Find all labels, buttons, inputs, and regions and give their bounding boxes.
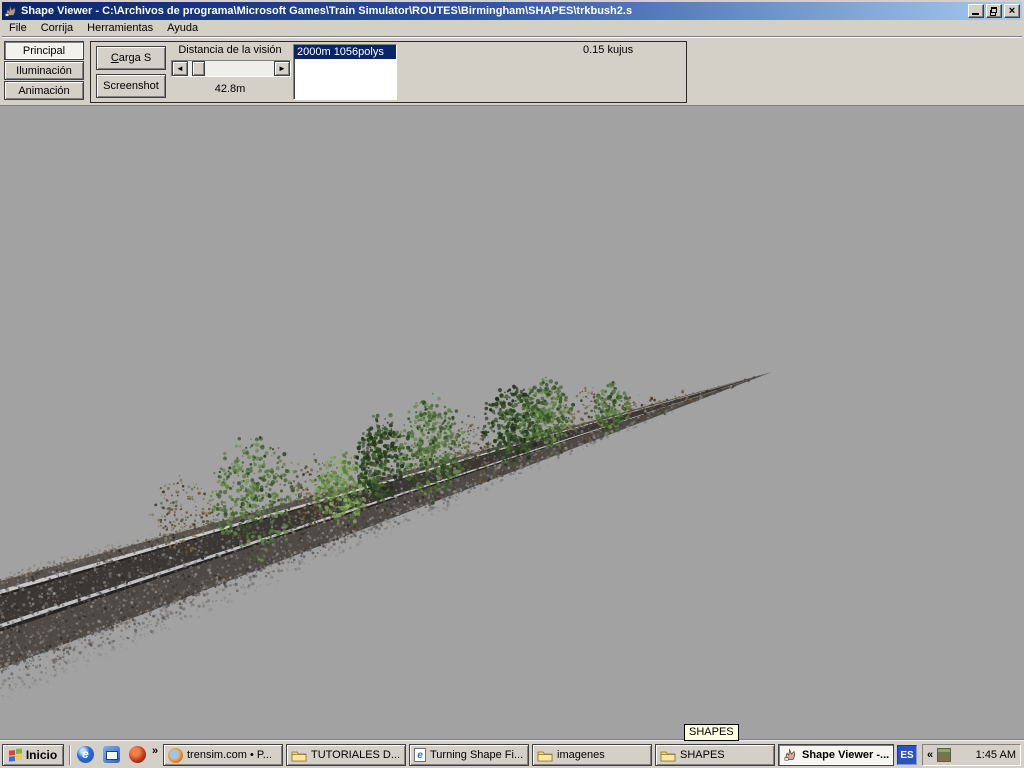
tab-animacion[interactable]: Animación <box>4 81 84 100</box>
quick-launch-chevron-icon[interactable]: » <box>152 745 158 757</box>
tray-chevron-icon[interactable]: « <box>927 749 933 761</box>
start-button[interactable]: Inicio <box>2 744 64 766</box>
restore-button[interactable] <box>986 4 1002 18</box>
folder-icon <box>291 749 307 762</box>
lod-item-selected[interactable]: 2000m 1056polys <box>294 45 396 59</box>
minimize-button[interactable] <box>968 4 984 18</box>
menu-ayuda[interactable]: Ayuda <box>160 20 205 36</box>
minimize-icon <box>972 13 979 15</box>
task-trensim[interactable]: trensim.com • P... <box>163 744 283 766</box>
titlebar[interactable]: Shape Viewer - C:\Archivos de programa\M… <box>2 2 1022 20</box>
taskbar-divider <box>69 745 71 765</box>
tab-iluminacion[interactable]: Iluminación <box>4 61 84 80</box>
menu-file[interactable]: File <box>2 20 34 36</box>
mail-icon[interactable] <box>103 746 120 763</box>
language-indicator[interactable]: ES <box>897 745 917 765</box>
task-imagenes[interactable]: imagenes <box>532 744 652 766</box>
tab-principal[interactable]: Principal <box>4 41 84 60</box>
internet-explorer-icon[interactable]: e <box>77 746 94 763</box>
task-shape-viewer-active[interactable]: Shape Viewer -... <box>778 744 894 766</box>
scroll-thumb[interactable] <box>192 61 205 76</box>
folder-icon <box>537 749 553 762</box>
task-tutoriales[interactable]: TUTORIALES D... <box>286 744 406 766</box>
render-viewport[interactable] <box>0 105 1024 740</box>
close-button[interactable]: × <box>1004 4 1020 18</box>
red-app-icon[interactable] <box>129 746 146 763</box>
menu-herramientas[interactable]: Herramientas <box>80 20 160 36</box>
ie-document-icon: e <box>414 748 426 762</box>
toolbar-panel: Principal Iluminación Animación Carga S … <box>2 37 1022 105</box>
view-distance-label: Distancia de la visión <box>167 44 293 56</box>
view-distance-value: 42.8m <box>167 83 293 95</box>
task-turning-shape[interactable]: e Turning Shape Fi... <box>409 744 529 766</box>
window-title: Shape Viewer - C:\Archivos de programa\M… <box>21 5 966 17</box>
screenshot-button[interactable]: Screenshot <box>96 74 166 98</box>
lod-listbox[interactable]: 2000m 1056polys <box>293 44 397 100</box>
credit-text: 0.15 kujus <box>583 44 633 56</box>
shape-viewer-icon <box>4 4 18 18</box>
menu-corrija[interactable]: Corrija <box>34 20 80 36</box>
scroll-left-button[interactable]: ◄ <box>172 61 188 76</box>
task-shapes[interactable]: SHAPES <box>655 744 775 766</box>
taskbar-clock: 1:45 AM <box>976 749 1016 761</box>
scroll-right-button[interactable]: ► <box>274 61 290 76</box>
load-shape-button[interactable]: Carga S <box>96 46 166 70</box>
shape-viewer-window: Shape Viewer - C:\Archivos de programa\M… <box>0 0 1024 105</box>
controls-groupbox: Carga S Screenshot Distancia de la visió… <box>90 41 687 103</box>
taskbar: Inicio e » trensim.com • P... TUTORIALES… <box>0 740 1024 768</box>
menu-bar: File Corrija Herramientas Ayuda <box>2 20 1022 37</box>
track-and-bushes-scene[interactable] <box>0 106 1024 741</box>
system-tray: « 1:45 AM <box>922 744 1021 766</box>
view-distance-scrollbar[interactable]: ◄ ► <box>171 60 291 77</box>
tray-icon[interactable] <box>937 748 951 762</box>
windows-logo-icon <box>9 748 23 762</box>
folder-icon <box>660 749 676 762</box>
folder-tooltip: SHAPES <box>684 724 739 741</box>
shape-viewer-icon <box>783 748 798 762</box>
firefox-icon <box>168 748 183 763</box>
restore-icon <box>990 7 997 14</box>
